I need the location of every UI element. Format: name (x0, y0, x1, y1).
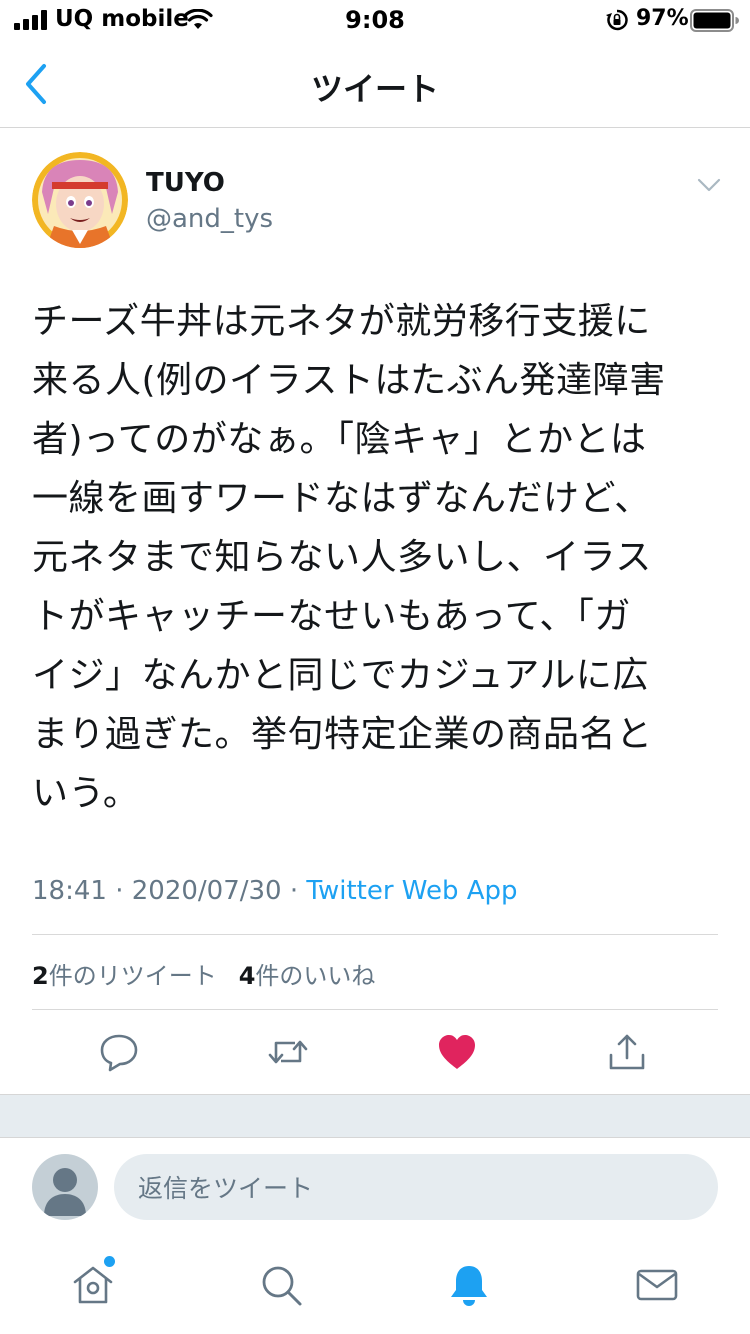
tweet-text-line: イジ」なんかと同じでカジュアルに広 (32, 655, 649, 696)
tweet-text-line: いう。 (32, 773, 140, 814)
tweet-text-line: 一線を画すワードなはずなんだけど、 (32, 478, 651, 519)
tweet-stats: 2件のリツイート 4件のいいね (32, 956, 375, 991)
navigation-bar: ツイート (0, 40, 750, 128)
tweet-text-line: 元ネタまで知らない人多いし、イラス (32, 537, 652, 578)
battery-icon (690, 9, 739, 32)
reply-input[interactable]: 返信をツイート (114, 1154, 718, 1220)
retweet-label: 件のリツイート (48, 962, 217, 990)
battery-percent: 97% (636, 6, 689, 31)
divider (32, 1009, 718, 1010)
reply-icon[interactable] (98, 1031, 140, 1073)
user-avatar[interactable] (32, 1154, 98, 1220)
meta-separator: · (115, 876, 124, 906)
retweet-count: 2 (32, 962, 49, 990)
tweet-date: 2020/07/30 (131, 876, 282, 906)
tweet-text-line: まり過ぎた。挙句特定企業の商品名と (32, 714, 653, 755)
notifications-icon[interactable] (446, 1262, 492, 1308)
chevron-down-icon[interactable] (696, 172, 722, 198)
tweet-text-line: トがキャッチーなせいもあって、「ガ (32, 596, 631, 637)
messages-icon[interactable] (634, 1262, 680, 1308)
like-label: 件のいいね (255, 962, 376, 990)
tweet-timestamp: 18:41 · 2020/07/30 · Twitter Web App (32, 876, 518, 906)
likes-stat[interactable]: 4件のいいね (239, 962, 376, 990)
like-count: 4 (238, 962, 256, 990)
page-title: ツイート (310, 70, 439, 108)
tweet-text-line: 者)ってのがなぁ。「陰キャ」とかとは (32, 419, 647, 460)
search-icon[interactable] (258, 1262, 304, 1308)
home-icon[interactable] (70, 1262, 116, 1308)
tweet-text-line: 来る人(例のイラストはたぶん発達障害 (32, 360, 666, 401)
author-handle[interactable]: @and_tys (146, 204, 273, 234)
retweets-stat[interactable]: 2件のリツイート (32, 962, 217, 990)
share-icon[interactable] (606, 1031, 648, 1073)
author-avatar[interactable] (32, 152, 128, 248)
tweet-time: 18:41 (32, 876, 107, 906)
section-separator (0, 1094, 750, 1138)
new-tweets-indicator (104, 1256, 115, 1267)
retweet-icon[interactable] (267, 1031, 309, 1073)
tweet-text: チーズ牛丼は元ネタが就労移行支援に 来る人(例のイラストはたぶん発達障害 者)っ… (32, 292, 722, 823)
reply-placeholder: 返信をツイート (138, 1174, 314, 1203)
tweet-text-line: チーズ牛丼は元ネタが就労移行支援に (32, 301, 651, 342)
heart-icon[interactable] (436, 1031, 478, 1073)
divider (32, 934, 718, 935)
meta-separator: · (289, 876, 299, 906)
orientation-lock-icon (606, 9, 628, 31)
status-bar: UQ mobile 9:08 97% (0, 0, 750, 40)
author-display-name[interactable]: TUYO (146, 168, 225, 198)
tweet-source-link[interactable]: Twitter Web App (306, 876, 517, 906)
